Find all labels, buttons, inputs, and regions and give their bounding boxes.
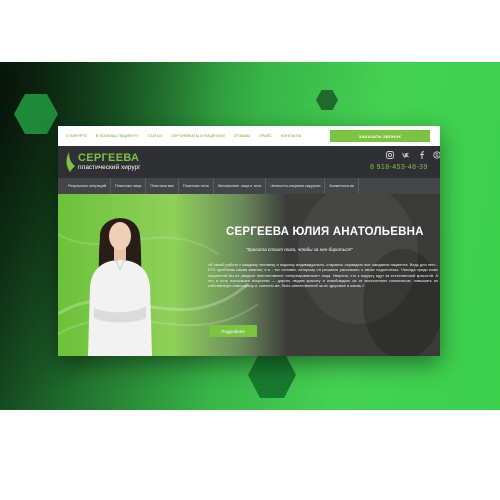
hero-doctor-name: СЕРГЕЕВА ЮЛИЯ АНАТОЛЬЕВНА [226,226,424,238]
menu-item[interactable]: Челюстно-лицевая хирургия [266,178,326,194]
menu-item[interactable]: Результаты операций [64,178,111,194]
hero-quote: "Красота стоит того, чтобы за нее бороть… [246,247,353,252]
menu-item[interactable]: Косметология [325,178,359,194]
menu-item[interactable]: Пластика век [146,178,179,194]
menu-item[interactable]: Липофилинг лица и тела [214,178,267,194]
top-nav-link[interactable]: В ПОМОЩЬ ПАЦИЕНТУ [96,134,139,138]
top-nav-link[interactable]: КОНТАКТЫ [281,134,301,138]
hero-description: «В своей работе к каждому человеку я под… [208,262,438,289]
logo-subtitle: пластический хирург [78,164,141,171]
site-header: СЕРГЕЕВА пластический хирург 8 918-453-4… [58,146,440,178]
instagram-icon[interactable] [386,151,394,159]
leaf-logo-icon [66,152,75,172]
top-nav: О ХИРУРГЕ В ПОМОЩЬ ПАЦИЕНТУ СТАТЬИ СЕРТИ… [58,126,440,146]
hexagon-decoration-left [14,94,58,134]
top-nav-link[interactable]: СЕРТИФИКАТЫ И ЛИЦЕНЗИИ [171,134,225,138]
more-button[interactable]: Подробнее [209,325,257,337]
top-nav-link[interactable]: ПРАЙС [259,134,272,138]
menu-item[interactable]: Пластика лица [111,178,147,194]
services-menu: Результаты операций Пластика лица Пласти… [58,178,440,194]
doctor-portrait [88,218,152,356]
facebook-icon[interactable] [419,151,425,159]
phone-number[interactable]: 8 918-453-48-39 [370,164,428,171]
order-call-button[interactable]: ЗАКАЗАТЬ ЗВОНОК [330,130,430,142]
top-nav-link[interactable]: СТАТЬИ [148,134,162,138]
social-links [386,151,440,159]
website-mockup: О ХИРУРГЕ В ПОМОЩЬ ПАЦИЕНТУ СТАТЬИ СЕРТИ… [58,126,440,356]
logo-title[interactable]: СЕРГЕЕВА [78,152,139,164]
top-nav-link[interactable]: ОТЗЫВЫ [234,134,250,138]
hexagon-decoration-bottom [248,352,296,398]
vk-icon[interactable] [402,151,411,159]
menu-item[interactable]: Пластика тела [179,178,214,194]
hexagon-decoration-top [316,90,338,110]
hero-section: СЕРГЕЕВА ЮЛИЯ АНАТОЛЬЕВНА "Красота стоит… [58,194,440,356]
top-nav-link[interactable]: О ХИРУРГЕ [66,134,87,138]
skype-icon[interactable] [433,151,440,159]
